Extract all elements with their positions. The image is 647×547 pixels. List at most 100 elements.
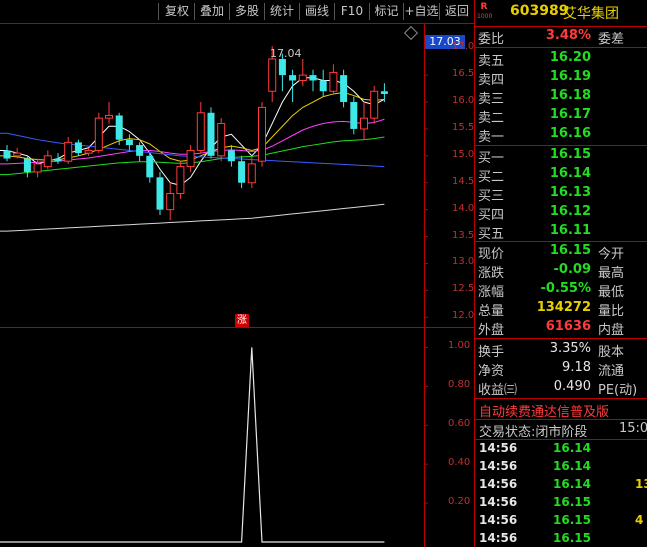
candle-body — [136, 145, 144, 156]
stat-value: 3.35% — [549, 341, 591, 356]
chart-toolbar: 复权 叠加 多股 统计 画线 F10 标记 +自选 返回 — [0, 0, 474, 23]
fuquan-button[interactable]: 复权 — [160, 2, 194, 21]
buy-price: 16.11 — [549, 223, 591, 238]
tick-row: 14:56 16.14 — [475, 459, 647, 477]
trade-status: 交易状态:闭市阶段 15:00 — [479, 421, 647, 440]
buy-price: 16.13 — [549, 185, 591, 200]
candle-body — [33, 163, 42, 173]
candle-body — [105, 114, 113, 119]
sell-row[interactable]: 卖三 16.18 — [475, 88, 647, 107]
sell-price: 16.17 — [549, 107, 591, 122]
trade-status-time: 15:00 — [619, 421, 647, 436]
candle-body — [227, 150, 235, 162]
candle-body — [94, 117, 103, 151]
stat-label: 涨跌 — [478, 266, 505, 281]
tick-row: 14:56 16.14 13 — [475, 477, 647, 495]
stat-value: -0.09 — [553, 262, 591, 277]
back-button[interactable]: 返回 — [440, 2, 474, 21]
draw-line-button[interactable]: 画线 — [300, 2, 334, 21]
buy-row[interactable]: 买一 16.15 — [475, 147, 647, 166]
stat-row: 现价 16.15 今开 — [475, 243, 647, 262]
tick-price: 16.15 — [553, 495, 591, 509]
candle-body — [340, 75, 348, 103]
candle-body — [84, 149, 93, 154]
candle-body — [207, 112, 215, 156]
candle-body — [370, 90, 379, 119]
candle-body — [156, 177, 164, 210]
stat-row: 涨幅 -0.55% 最低 — [475, 281, 647, 300]
tick-time: 14:56 — [479, 477, 518, 491]
sell-row[interactable]: 卖四 16.19 — [475, 69, 647, 88]
stat-label: 净资 — [478, 364, 505, 379]
buy-row[interactable]: 买三 16.13 — [475, 185, 647, 204]
divider — [475, 47, 647, 48]
divider — [475, 26, 647, 27]
kline-chart[interactable]: 17.03 17.04 涨 17.00 16.50 16.00 15.50 15.00 1… — [0, 23, 481, 328]
tick-row: 14:56 16.14 — [475, 441, 647, 459]
candle-body — [3, 150, 11, 159]
stat-label: 换手 — [478, 345, 505, 360]
buy-label: 买四 — [478, 208, 505, 223]
stat-label2: 今开 — [598, 247, 625, 262]
renewal-notice-link[interactable]: 自动续费通达信普及版 — [479, 401, 609, 420]
add-watchlist-button[interactable]: +自选 — [404, 2, 439, 21]
stat-label2: PE(动) — [598, 383, 638, 398]
candle-body — [360, 117, 368, 130]
buy-label: 买五 — [478, 227, 505, 242]
stat-value: 134272 — [536, 300, 591, 315]
weibi-value: 3.48% — [545, 28, 591, 43]
tick-time: 14:56 — [479, 531, 518, 545]
sell-price: 16.16 — [549, 126, 591, 141]
candle-body — [54, 158, 62, 162]
f10-button[interactable]: F10 — [335, 2, 369, 21]
candle-body — [319, 80, 327, 92]
toolbar-separator — [158, 3, 159, 20]
candle-body — [278, 58, 286, 76]
stat-value: 0.490 — [553, 379, 591, 394]
stat-label2: 量比 — [598, 304, 625, 319]
sell-row[interactable]: 卖一 16.16 — [475, 126, 647, 145]
stat-label: 收益㈢ — [478, 383, 518, 398]
sell-row[interactable]: 卖二 16.17 — [475, 107, 647, 126]
tick-price: 16.14 — [553, 459, 591, 473]
candle-body — [217, 123, 226, 157]
indicator-tick-label: 0.20 — [448, 496, 471, 508]
sell-row[interactable]: 卖五 16.20 — [475, 50, 647, 69]
stock-code: 603989 — [510, 3, 569, 19]
indicator-tick-label: 1.00 — [448, 340, 471, 352]
indicator-chart[interactable]: 1.00 0.80 0.60 0.40 0.20 — [0, 327, 474, 547]
stock-badge: R 1000 — [477, 3, 492, 22]
stat-row: 涨跌 -0.09 最高 — [475, 262, 647, 281]
stat-label2: 内盘 — [598, 323, 625, 338]
candle-body — [43, 155, 52, 168]
rise-marker: 涨 — [235, 314, 249, 328]
tick-row: 14:56 16.15 — [475, 495, 647, 513]
candle-body — [329, 71, 338, 92]
candle-body — [166, 192, 175, 211]
weibi-row: 委比 3.48% 委差 — [475, 28, 647, 47]
tick-time: 14:56 — [479, 459, 518, 473]
buy-price: 16.14 — [549, 166, 591, 181]
buy-row[interactable]: 买四 16.12 — [475, 204, 647, 223]
indicator-tick-label: 0.40 — [448, 457, 471, 469]
buy-price: 16.12 — [549, 204, 591, 219]
sell-price: 16.20 — [549, 50, 591, 65]
stat-value: -0.55% — [540, 281, 592, 296]
overlay-button[interactable]: 叠加 — [195, 2, 229, 21]
tick-volume: 13 — [635, 477, 647, 491]
tick-price: 16.15 — [553, 531, 591, 545]
buy-row[interactable]: 买二 16.14 — [475, 166, 647, 185]
candle-body — [64, 141, 73, 162]
candle-body — [13, 152, 22, 157]
sell-price: 16.19 — [549, 69, 591, 84]
buy-row[interactable]: 买五 16.11 — [475, 223, 647, 242]
statistics-button[interactable]: 统计 — [265, 2, 299, 21]
stat-label: 涨幅 — [478, 285, 505, 300]
mark-button[interactable]: 标记 — [370, 2, 403, 21]
divider — [475, 241, 647, 242]
multi-stock-button[interactable]: 多股 — [230, 2, 264, 21]
candle-body — [309, 75, 317, 81]
stock-name: 艾华集团 — [563, 6, 619, 22]
kline-canvas — [0, 24, 428, 328]
stat-value: 61636 — [545, 319, 591, 334]
